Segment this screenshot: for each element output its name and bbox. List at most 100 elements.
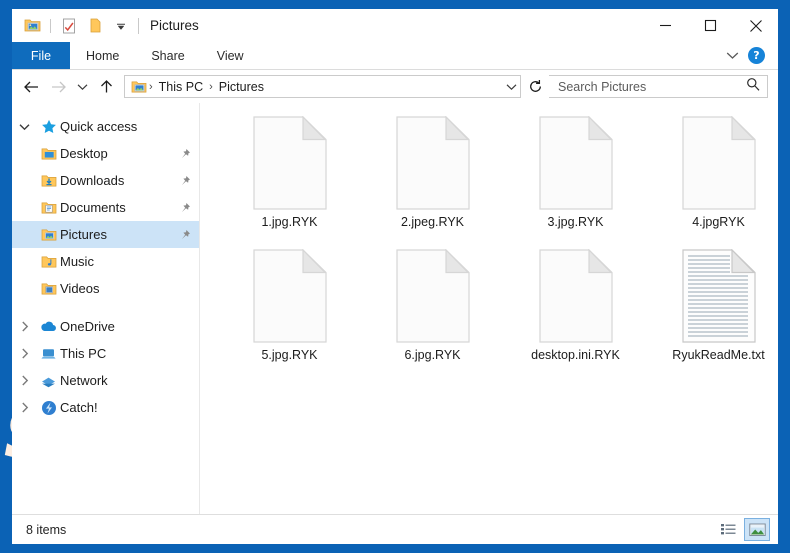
sidebar-item-this-pc[interactable]: This PC [12, 340, 199, 367]
chevron-right-icon[interactable] [12, 375, 37, 386]
blank-document-icon [252, 249, 327, 347]
sidebar-item-label: This PC [60, 346, 107, 361]
blank-document-icon [538, 249, 613, 347]
computer-icon [37, 347, 60, 361]
ribbon-tab-bar: File Home Share View ? [12, 42, 778, 70]
sidebar-item-label: Quick access [60, 119, 138, 134]
sidebar-item-label: OneDrive [60, 319, 115, 334]
blank-document-icon [395, 249, 470, 347]
chevron-down-icon[interactable] [505, 78, 518, 96]
blank-document-icon [252, 116, 327, 214]
search-icon[interactable] [746, 77, 760, 96]
search-input[interactable]: Search Pictures [558, 80, 746, 94]
help-icon[interactable]: ? [748, 47, 765, 64]
minimize-button[interactable] [643, 9, 688, 42]
downloads-folder-icon [37, 174, 60, 188]
details-view-icon[interactable] [715, 518, 741, 541]
toolbar-divider [50, 18, 51, 33]
status-bar: 8 items [12, 514, 778, 544]
file-item[interactable]: 2.jpeg.RYK [361, 112, 504, 245]
back-button[interactable] [18, 74, 44, 100]
tab-home[interactable]: Home [70, 42, 135, 69]
window-title: Pictures [138, 17, 199, 34]
file-item[interactable]: 3.jpg.RYK [504, 112, 647, 245]
sidebar-item-documents[interactable]: Documents [12, 194, 199, 221]
sidebar-item-label: Music [60, 254, 94, 269]
forward-button[interactable] [45, 74, 71, 100]
chevron-right-icon[interactable] [12, 402, 37, 413]
file-item[interactable]: 1.jpg.RYK [218, 112, 361, 245]
network-icon [37, 374, 60, 388]
maximize-button[interactable] [688, 9, 733, 42]
large-icons-view-icon[interactable] [744, 518, 770, 541]
star-icon [37, 119, 60, 135]
catch-icon [37, 400, 60, 416]
file-name: 2.jpeg.RYK [400, 215, 464, 229]
refresh-button[interactable] [522, 74, 548, 100]
chevron-right-icon[interactable] [12, 321, 37, 332]
tab-file[interactable]: File [12, 42, 70, 69]
properties-checkmark-icon[interactable] [58, 15, 80, 37]
recent-locations-button[interactable] [72, 74, 92, 100]
tab-view[interactable]: View [201, 42, 260, 69]
sidebar-item-videos[interactable]: Videos [12, 275, 199, 302]
file-name: RyukReadMe.txt [672, 348, 765, 362]
breadcrumb-this-pc[interactable]: This PC [154, 80, 208, 94]
window-body: Quick access Desktop Downloads Documents… [12, 103, 778, 514]
sidebar-item-label: Desktop [60, 146, 108, 161]
chevron-right-icon[interactable] [12, 348, 37, 359]
file-item[interactable]: 6.jpg.RYK [361, 245, 504, 378]
ribbon-right-controls: ? [726, 42, 778, 69]
breadcrumb-bar[interactable]: › This PC › Pictures [124, 75, 521, 98]
blank-document-icon [538, 116, 613, 214]
sidebar-item-label: Pictures [60, 227, 107, 242]
chevron-down-icon[interactable] [110, 15, 132, 37]
videos-folder-icon [37, 282, 60, 296]
file-name: desktop.ini.RYK [531, 348, 620, 362]
sidebar-item-music[interactable]: Music [12, 248, 199, 275]
sidebar-item-desktop[interactable]: Desktop [12, 140, 199, 167]
pictures-folder-icon [129, 80, 148, 94]
sidebar-item-quick-access[interactable]: Quick access [12, 113, 199, 140]
file-name: 6.jpg.RYK [404, 348, 461, 362]
sidebar-item-label: Documents [60, 200, 126, 215]
close-button[interactable] [733, 9, 778, 42]
pin-icon[interactable] [177, 229, 193, 241]
breadcrumb-pictures[interactable]: Pictures [214, 80, 269, 94]
file-name: 5.jpg.RYK [261, 348, 318, 362]
file-list-pane[interactable]: 1.jpg.RYK 2.jpeg.RYK 3.jpg.RYK 4.jpgRYK … [199, 103, 778, 514]
file-grid: 1.jpg.RYK 2.jpeg.RYK 3.jpg.RYK 4.jpgRYK … [218, 112, 778, 378]
sidebar-item-catch[interactable]: Catch! [12, 394, 199, 421]
desktop-folder-icon [37, 147, 60, 161]
tab-share[interactable]: Share [135, 42, 200, 69]
title-bar: Pictures [12, 9, 778, 42]
pin-icon[interactable] [177, 175, 193, 187]
pin-icon[interactable] [177, 148, 193, 160]
sidebar-item-network[interactable]: Network [12, 367, 199, 394]
pin-icon[interactable] [177, 202, 193, 214]
view-mode-buttons [715, 518, 770, 541]
chevron-down-icon[interactable] [726, 47, 739, 65]
window-controls [643, 9, 778, 42]
sidebar-item-pictures[interactable]: Pictures [12, 221, 199, 248]
file-item[interactable]: 4.jpgRYK [647, 112, 778, 245]
documents-folder-icon [37, 201, 60, 215]
pictures-folder-icon[interactable] [21, 15, 43, 37]
quick-access-toolbar [12, 15, 132, 37]
item-count: 8 items [26, 522, 67, 537]
text-document-icon [681, 249, 756, 347]
blank-document-icon [681, 116, 756, 214]
navigation-pane: Quick access Desktop Downloads Documents… [12, 103, 199, 514]
up-button[interactable] [93, 74, 119, 100]
sidebar-item-label: Catch! [60, 400, 98, 415]
file-item[interactable]: desktop.ini.RYK [504, 245, 647, 378]
search-box[interactable]: Search Pictures [549, 75, 768, 98]
chevron-down-icon[interactable] [12, 123, 37, 131]
file-item[interactable]: RyukReadMe.txt [647, 245, 778, 378]
sidebar-item-downloads[interactable]: Downloads [12, 167, 199, 194]
new-folder-icon[interactable] [84, 15, 106, 37]
file-item[interactable]: 5.jpg.RYK [218, 245, 361, 378]
sidebar-item-label: Network [60, 373, 108, 388]
sidebar-item-onedrive[interactable]: OneDrive [12, 313, 199, 340]
